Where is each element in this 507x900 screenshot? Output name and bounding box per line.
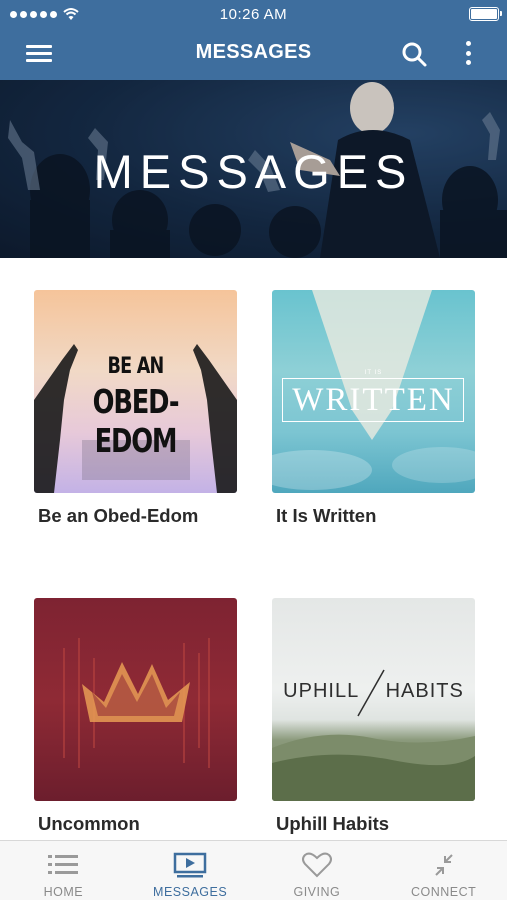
- series-title: It Is Written: [276, 505, 377, 526]
- crown-icon: [63, 638, 210, 768]
- hero-banner: MESSAGES: [0, 80, 507, 258]
- artwork-text-left: UPHILL: [283, 680, 359, 702]
- status-left: [10, 7, 79, 21]
- more-vertical-icon[interactable]: [458, 38, 478, 68]
- series-card[interactable]: UPHILL HABITS Uphill Habits: [272, 598, 476, 835]
- tab-label: CONNECT: [410, 885, 477, 899]
- tab-bar: HOME MESSAGES GIVING CONNECT: [0, 840, 507, 900]
- series-title: Uphill Habits: [276, 813, 390, 834]
- artwork-text-line1: BE AN: [107, 354, 165, 379]
- page-title: MESSAGES: [195, 41, 312, 63]
- tab-home[interactable]: HOME: [0, 841, 127, 900]
- series-grid: BE AN OBED-EDOM Be an Obed-Edom IT IS WR…: [0, 258, 507, 840]
- tab-label: MESSAGES: [153, 885, 228, 899]
- status-time: 10:26 AM: [219, 5, 288, 23]
- series-artwork: [34, 598, 237, 801]
- series-title: Uncommon: [38, 813, 140, 834]
- tab-connect[interactable]: CONNECT: [380, 841, 507, 900]
- status-bar: 10:26 AM: [0, 0, 507, 28]
- signal-dots-icon: [10, 10, 57, 18]
- series-artwork: BE AN OBED-EDOM: [34, 290, 237, 493]
- connect-arrows-icon: [434, 854, 453, 876]
- wifi-icon: [63, 8, 79, 20]
- series-card[interactable]: IT IS WRITTEN It Is Written: [272, 290, 476, 527]
- artwork-text-right: HABITS: [385, 680, 464, 702]
- series-card[interactable]: BE AN OBED-EDOM Be an Obed-Edom: [34, 290, 238, 527]
- artwork-text-line2: OBED-EDOM: [92, 382, 180, 460]
- artwork-text: UPHILL HABITS: [272, 680, 475, 703]
- tab-giving[interactable]: GIVING: [254, 841, 381, 900]
- artwork-main-text: WRITTEN: [292, 382, 455, 418]
- artwork-small-text: IT IS: [364, 370, 383, 376]
- tab-label: HOME: [43, 885, 84, 899]
- series-artwork: UPHILL HABITS: [272, 598, 475, 801]
- search-icon[interactable]: [400, 40, 428, 68]
- battery-icon: [469, 7, 502, 21]
- hero-title: MESSAGES: [93, 145, 414, 198]
- series-title: Be an Obed-Edom: [38, 505, 199, 526]
- list-icon: [48, 855, 79, 874]
- app-header: MESSAGES: [0, 28, 507, 80]
- series-artwork: IT IS WRITTEN: [272, 290, 475, 493]
- heart-icon: [301, 852, 332, 878]
- series-card[interactable]: Uncommon: [34, 598, 238, 835]
- tab-label: GIVING: [293, 885, 341, 899]
- tab-messages[interactable]: MESSAGES: [127, 841, 254, 900]
- video-player-icon: [173, 852, 207, 878]
